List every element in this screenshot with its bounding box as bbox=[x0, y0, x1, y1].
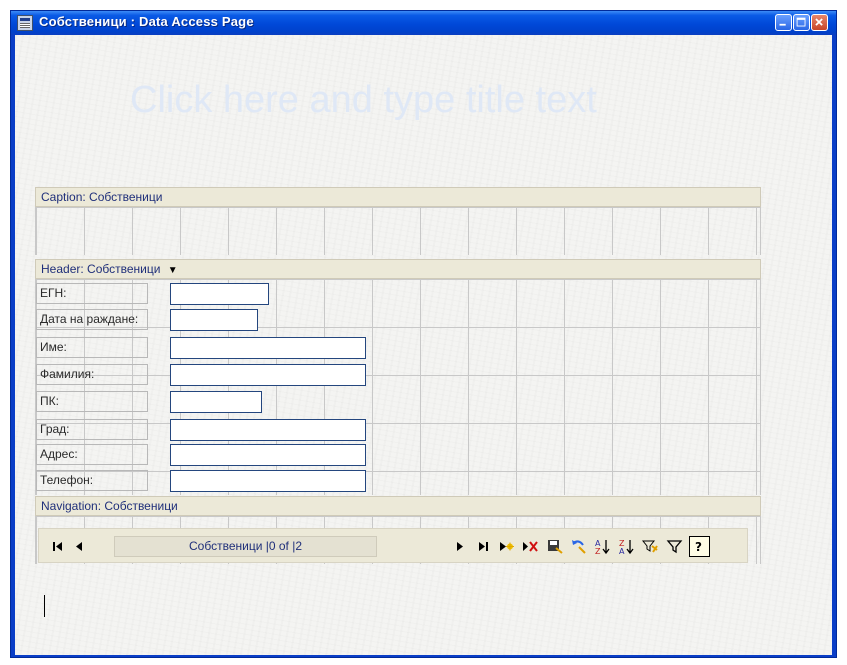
page-canvas: Click here and type title text Caption: … bbox=[15, 35, 832, 655]
svg-text:?: ? bbox=[695, 540, 702, 554]
header-dropdown-icon[interactable]: ▼ bbox=[168, 265, 178, 276]
window-title: Собственици : Data Access Page bbox=[39, 14, 254, 29]
postal-code-label: ПК: bbox=[36, 391, 148, 412]
record-navigation-bar[interactable]: Собственици |0 of |2 A Z Z A ? bbox=[38, 528, 748, 563]
page-title-placeholder[interactable]: Click here and type title text bbox=[130, 79, 597, 122]
last-record-button[interactable] bbox=[473, 536, 494, 557]
maximize-icon bbox=[796, 17, 806, 27]
navigation-section-label: Navigation: Собственици bbox=[41, 499, 178, 513]
record-position-display: Собственици |0 of |2 bbox=[114, 536, 377, 557]
next-record-icon bbox=[457, 542, 463, 551]
caption-section-label: Caption: Собственици bbox=[41, 190, 163, 204]
toggle-filter-icon bbox=[666, 540, 683, 554]
next-record-button[interactable] bbox=[449, 536, 470, 557]
undo-icon bbox=[572, 540, 586, 554]
last-name-input[interactable] bbox=[170, 364, 366, 386]
sort-ascending-button[interactable]: A Z bbox=[592, 536, 613, 557]
address-label: Адрес: bbox=[36, 444, 148, 465]
previous-record-icon bbox=[76, 542, 82, 551]
navigation-section-band[interactable]: Navigation: Собственици bbox=[35, 496, 761, 516]
last-record-icon bbox=[479, 542, 488, 551]
undo-button[interactable] bbox=[568, 536, 589, 557]
text-caret bbox=[44, 595, 45, 617]
maximize-button[interactable] bbox=[793, 14, 810, 31]
save-record-icon bbox=[548, 540, 563, 554]
last-name-label: Фамилия: bbox=[36, 364, 148, 385]
data-access-page-icon[interactable] bbox=[17, 15, 33, 31]
svg-text:A: A bbox=[619, 547, 625, 556]
caption-section-band[interactable]: Caption: Собственици bbox=[35, 187, 761, 207]
address-input[interactable] bbox=[170, 444, 366, 466]
minimize-button[interactable] bbox=[775, 14, 792, 31]
egn-input[interactable] bbox=[170, 283, 269, 305]
application-window: Собственици : Data Access Page Click her… bbox=[10, 10, 837, 658]
header-section-label: Header: Собственици bbox=[41, 262, 161, 276]
filter-by-selection-icon bbox=[641, 540, 658, 553]
filter-by-selection-button[interactable] bbox=[640, 536, 661, 557]
egn-label: ЕГН: bbox=[36, 283, 148, 304]
postal-code-input[interactable] bbox=[170, 391, 262, 413]
previous-record-button[interactable] bbox=[69, 536, 90, 557]
sort-descending-icon: Z A bbox=[619, 539, 634, 556]
first-record-button[interactable] bbox=[47, 536, 68, 557]
close-icon bbox=[815, 18, 823, 26]
birth-date-input[interactable] bbox=[170, 309, 258, 331]
toggle-filter-button[interactable] bbox=[664, 536, 685, 557]
city-label: Град: bbox=[36, 419, 148, 440]
birth-date-label: Дата на раждане: bbox=[36, 309, 148, 330]
save-record-button[interactable] bbox=[544, 536, 565, 557]
phone-label: Телефон: bbox=[36, 470, 148, 491]
new-record-button[interactable] bbox=[496, 536, 517, 557]
header-section-band[interactable]: Header: Собственици ▼ bbox=[35, 259, 761, 279]
sort-descending-button[interactable]: Z A bbox=[616, 536, 637, 557]
caption-section-grid[interactable] bbox=[35, 207, 761, 255]
sort-ascending-icon: A Z bbox=[595, 539, 610, 556]
delete-record-icon bbox=[523, 541, 538, 552]
delete-record-button[interactable] bbox=[520, 536, 541, 557]
first-name-label: Име: bbox=[36, 337, 148, 358]
new-record-icon bbox=[500, 542, 514, 551]
first-name-input[interactable] bbox=[170, 337, 366, 359]
help-icon: ? bbox=[695, 540, 702, 554]
minimize-icon bbox=[779, 23, 786, 26]
svg-text:Z: Z bbox=[595, 547, 601, 556]
help-button[interactable]: ? bbox=[689, 536, 710, 557]
phone-input[interactable] bbox=[170, 470, 366, 492]
title-bar[interactable]: Собственици : Data Access Page bbox=[11, 11, 836, 35]
first-record-icon bbox=[53, 542, 62, 551]
close-button[interactable] bbox=[811, 14, 828, 31]
city-input[interactable] bbox=[170, 419, 366, 441]
